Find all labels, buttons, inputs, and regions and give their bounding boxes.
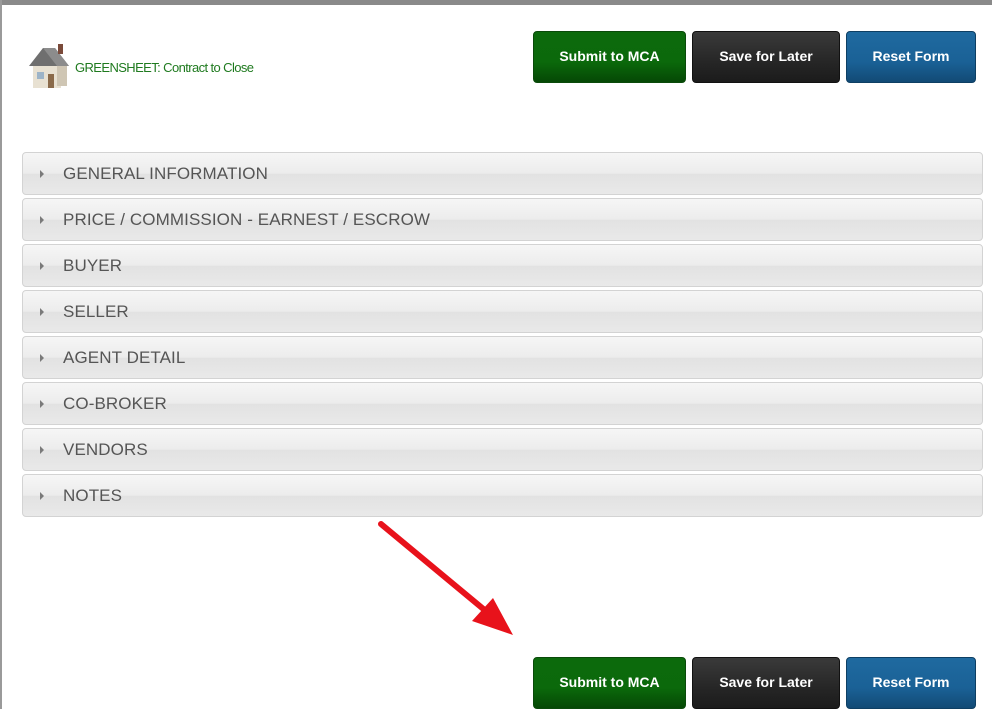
house-icon: [25, 40, 73, 96]
red-arrow-icon: [375, 518, 520, 640]
section-seller[interactable]: SELLER: [22, 290, 983, 333]
save-for-later-button[interactable]: Save for Later: [692, 657, 840, 709]
window-left-border: [0, 0, 2, 709]
section-co-broker[interactable]: CO-BROKER: [22, 382, 983, 425]
form-sections-accordion: GENERAL INFORMATION PRICE / COMMISSION -…: [22, 152, 983, 520]
bottom-action-bar: Submit to MCA Save for Later Reset Form: [533, 657, 976, 709]
section-label: SELLER: [63, 301, 129, 321]
expand-triangle-icon: [40, 399, 44, 408]
page-title: GREENSHEET: Contract to Close: [75, 60, 254, 75]
top-action-bar: Submit to MCA Save for Later Reset Form: [533, 31, 976, 83]
section-buyer[interactable]: BUYER: [22, 244, 983, 287]
section-label: GENERAL INFORMATION: [63, 163, 268, 183]
section-label: BUYER: [63, 255, 123, 275]
expand-triangle-icon: [40, 307, 44, 316]
section-general-information[interactable]: GENERAL INFORMATION: [22, 152, 983, 195]
submit-button[interactable]: Submit to MCA: [533, 657, 686, 709]
expand-triangle-icon: [40, 491, 44, 500]
section-price-commission[interactable]: PRICE / COMMISSION - EARNEST / ESCROW: [22, 198, 983, 241]
section-notes[interactable]: NOTES: [22, 474, 983, 517]
expand-triangle-icon: [40, 261, 44, 270]
submit-button[interactable]: Submit to MCA: [533, 31, 686, 83]
reset-form-button[interactable]: Reset Form: [846, 31, 976, 83]
section-label: PRICE / COMMISSION - EARNEST / ESCROW: [63, 209, 431, 229]
expand-triangle-icon: [40, 169, 44, 178]
expand-triangle-icon: [40, 445, 44, 454]
section-label: NOTES: [63, 485, 123, 505]
section-label: CO-BROKER: [63, 393, 167, 413]
expand-triangle-icon: [40, 353, 44, 362]
section-label: VENDORS: [63, 439, 148, 459]
save-for-later-button[interactable]: Save for Later: [692, 31, 840, 83]
window-top-border: [0, 0, 992, 5]
section-label: AGENT DETAIL: [63, 347, 186, 367]
expand-triangle-icon: [40, 215, 44, 224]
section-vendors[interactable]: VENDORS: [22, 428, 983, 471]
reset-form-button[interactable]: Reset Form: [846, 657, 976, 709]
section-agent-detail[interactable]: AGENT DETAIL: [22, 336, 983, 379]
